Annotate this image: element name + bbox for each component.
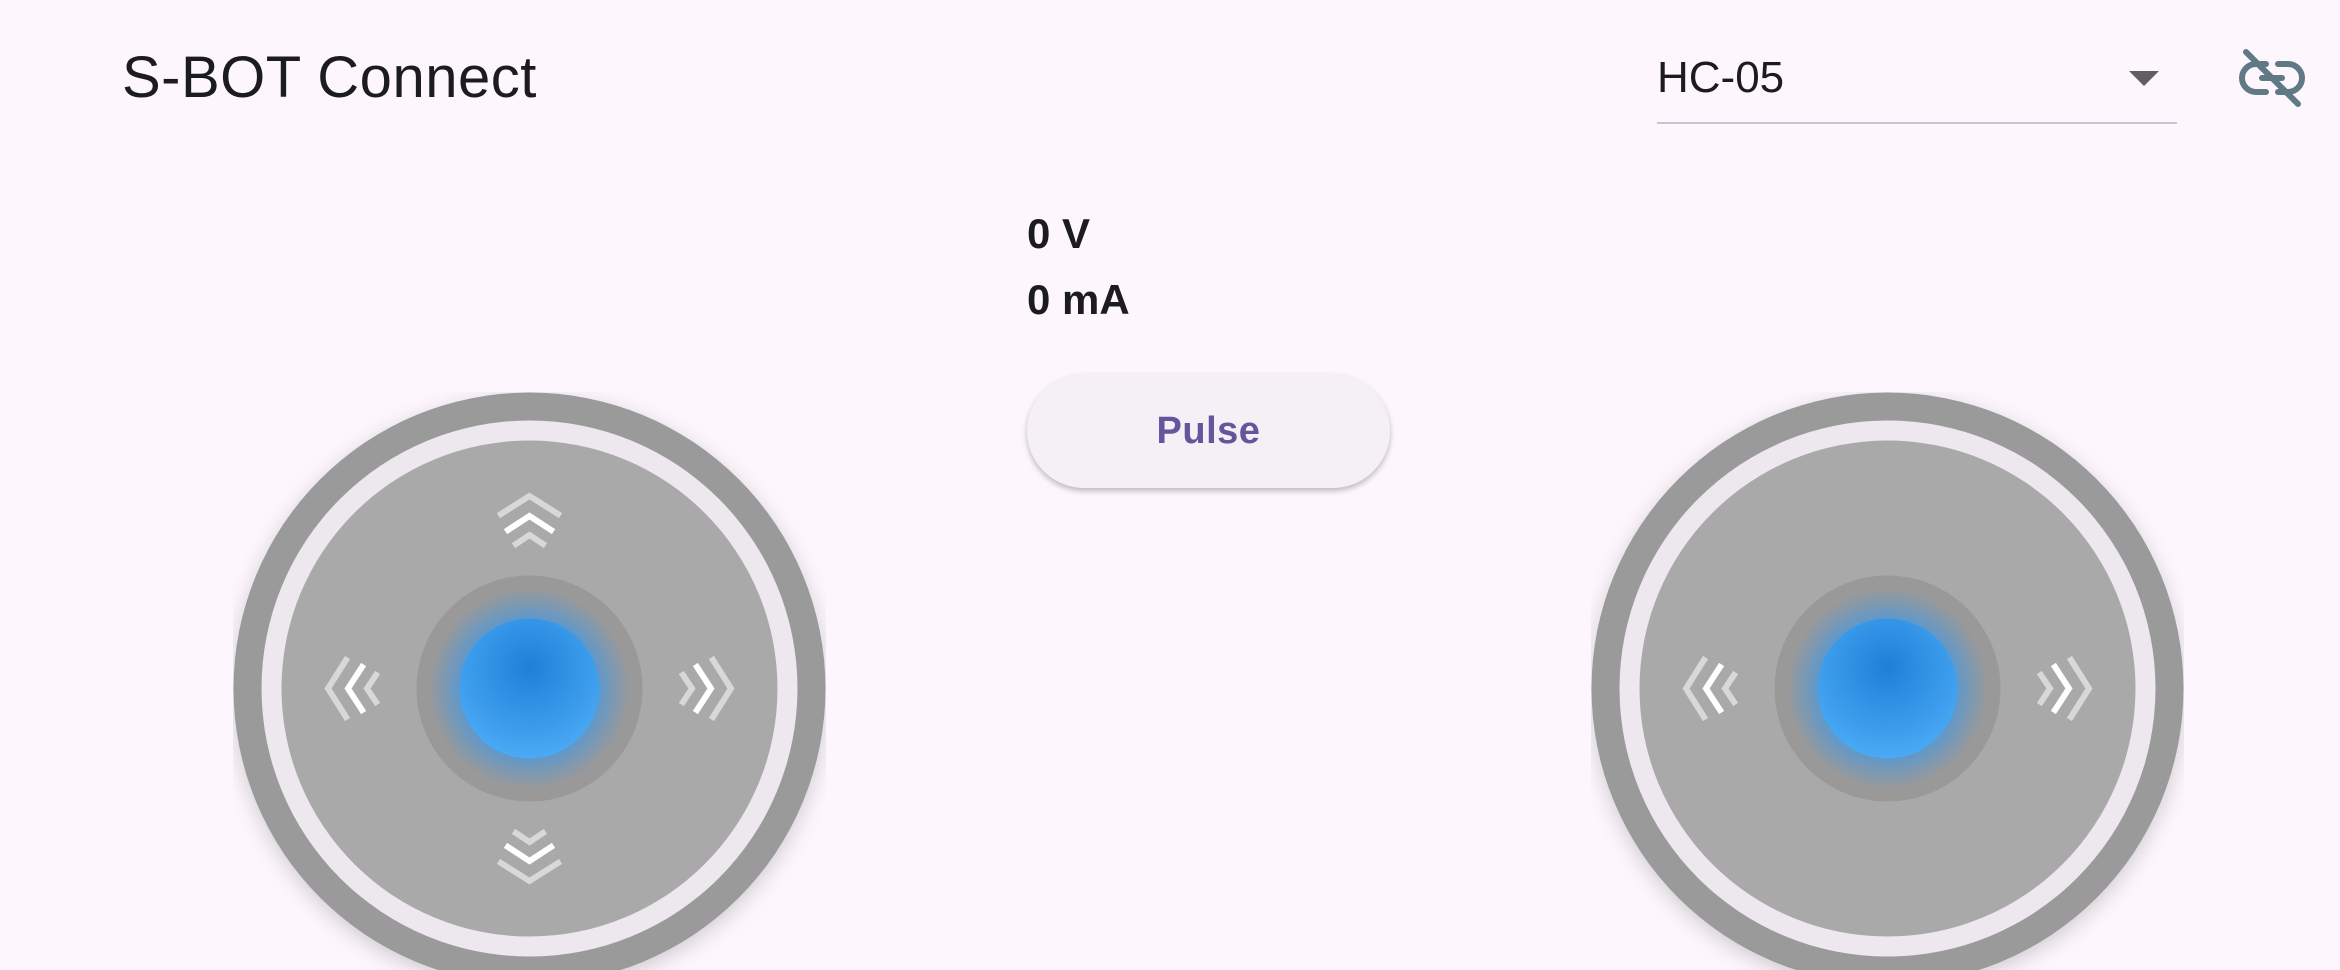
voltage-readout: 0 V (1027, 210, 1091, 257)
joystick-knob (459, 618, 600, 759)
device-dropdown-value: HC-05 (1657, 53, 1785, 102)
app-title: S-BOT Connect (122, 45, 537, 110)
pulse-button[interactable]: Pulse (1027, 374, 1390, 488)
app-root: S-BOT Connect HC-05 0 V 0 mA Pulse (0, 0, 2340, 970)
left-joystick[interactable] (233, 392, 826, 970)
right-joystick[interactable] (1591, 392, 2184, 970)
chevron-down-icon (2129, 71, 2159, 86)
link-off-icon[interactable] (2236, 46, 2308, 110)
device-dropdown[interactable]: HC-05 (1657, 40, 2177, 124)
joystick-knob (1817, 618, 1958, 759)
current-readout: 0 mA (1027, 276, 1130, 323)
